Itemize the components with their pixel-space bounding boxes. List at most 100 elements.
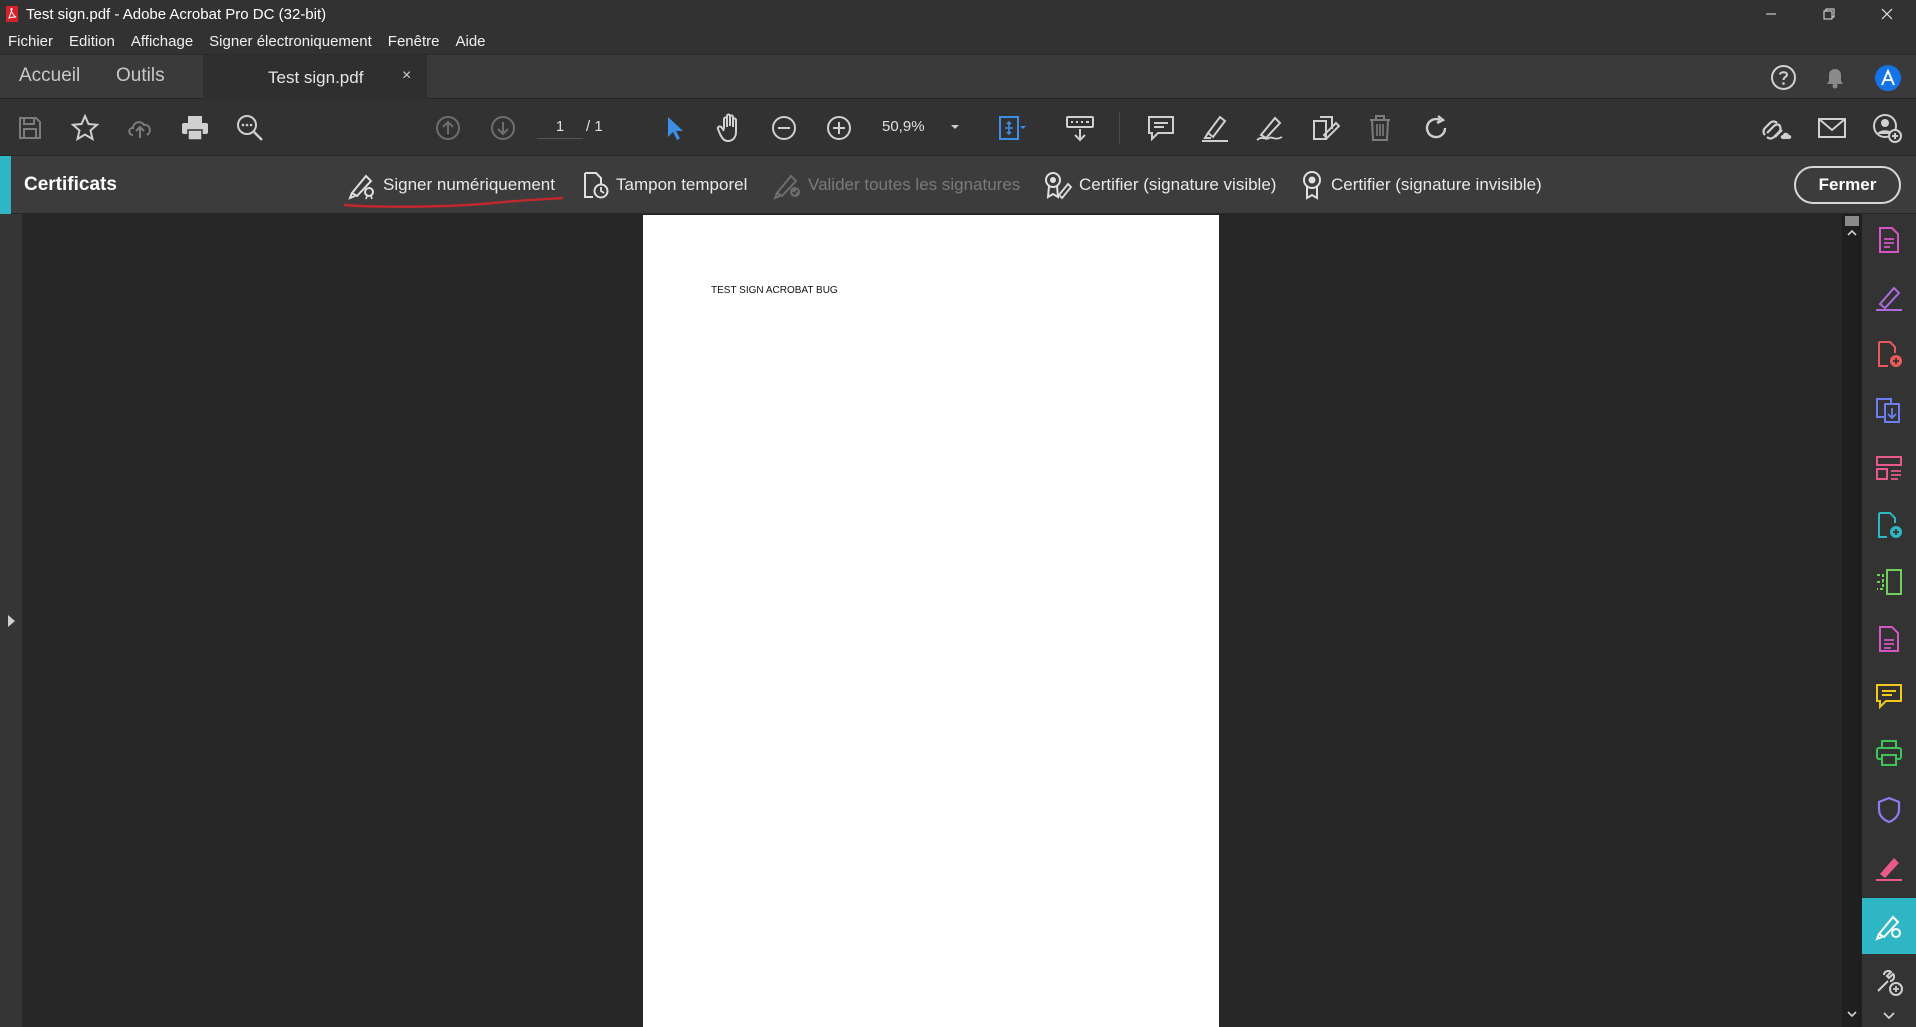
rotate-icon: [1425, 115, 1447, 139]
tool-fill-document[interactable]: [1873, 623, 1905, 655]
menu-edition[interactable]: Edition: [69, 33, 115, 50]
draw-signature-button[interactable]: [1254, 112, 1286, 144]
delete-button[interactable]: [1364, 112, 1396, 144]
bookmark-star-button[interactable]: [69, 112, 101, 144]
menu-aide[interactable]: Aide: [455, 33, 485, 50]
close-tab-button[interactable]: ×: [402, 67, 411, 85]
create-pdf-icon: [1879, 227, 1899, 253]
scrollbar-thumb[interactable]: [1845, 216, 1859, 226]
tab-outils[interactable]: Outils: [116, 65, 165, 87]
menu-affichage[interactable]: Affichage: [131, 33, 193, 50]
save-icon: [19, 117, 41, 139]
close-icon: [1881, 8, 1893, 20]
star-icon: [70, 113, 100, 142]
fit-page-button[interactable]: [996, 112, 1028, 144]
tool-scan-ocr[interactable]: [1873, 566, 1905, 598]
certify-visible-label: Certifier (signature visible): [1079, 175, 1277, 194]
share-user-button[interactable]: [1871, 112, 1903, 144]
comment-button[interactable]: [1145, 112, 1177, 144]
email-button[interactable]: [1816, 112, 1848, 144]
tool-request-signature[interactable]: [1873, 509, 1905, 541]
zoom-dropdown-chevron-icon[interactable]: [950, 123, 960, 131]
tab-accueil[interactable]: Accueil: [19, 65, 80, 87]
hand-tool-button[interactable]: [714, 112, 746, 144]
restore-button[interactable]: [1800, 0, 1858, 28]
next-page-button[interactable]: [487, 112, 519, 144]
highlight-button[interactable]: [1199, 112, 1231, 144]
pdf-page[interactable]: TEST SIGN ACROBAT BUG: [643, 215, 1219, 1027]
timestamp-button[interactable]: Tampon temporel: [580, 170, 747, 200]
left-panel-strip: [0, 214, 22, 1027]
certificates-toolbar: Certificats Signer numériquement Tampon …: [0, 156, 1916, 214]
page-number-input[interactable]: 1: [537, 115, 583, 139]
validate-all-signatures-button[interactable]: Valider toutes les signatures: [772, 170, 1020, 200]
highlighter-icon: [1202, 115, 1228, 142]
main-toolbar: 1 / 1 50,9%: [0, 99, 1916, 156]
keyboard-scroll-icon: [1066, 116, 1094, 142]
export-pdf-icon: [1878, 341, 1902, 367]
zoom-in-icon: [827, 116, 851, 140]
organize-pages-icon: [1876, 456, 1902, 480]
tool-print-production[interactable]: [1873, 737, 1905, 769]
vertical-scrollbar[interactable]: [1842, 214, 1862, 1027]
scroll-down-icon[interactable]: [1846, 1009, 1858, 1019]
save-button[interactable]: [14, 112, 46, 144]
acrobat-logo-icon: [6, 6, 18, 22]
tool-fill-sign[interactable]: [1873, 851, 1905, 883]
page-text: TEST SIGN ACROBAT BUG: [711, 285, 838, 296]
rotate-button[interactable]: [1420, 112, 1452, 144]
edit-text-button[interactable]: [1309, 112, 1341, 144]
close-window-button[interactable]: [1858, 0, 1916, 28]
search-button[interactable]: [234, 112, 266, 144]
pen-signature-icon: [1256, 116, 1283, 141]
notifications-bell-icon[interactable]: [1822, 64, 1848, 91]
certify-visible-icon: [1045, 172, 1073, 200]
print-button[interactable]: [179, 112, 211, 144]
upload-cloud-button[interactable]: [124, 112, 156, 144]
tool-more-tools[interactable]: [1873, 966, 1905, 998]
zoom-level[interactable]: 50,9%: [882, 118, 925, 135]
cloud-upload-icon: [128, 121, 151, 138]
expand-left-panel-icon[interactable]: [6, 614, 16, 628]
minimize-button[interactable]: [1742, 0, 1800, 28]
panel-scroll-down-icon[interactable]: [1882, 1010, 1896, 1020]
menu-signer-electroniquement[interactable]: Signer électroniquement: [209, 33, 372, 50]
account-avatar-icon[interactable]: [1874, 64, 1902, 92]
scroll-up-icon[interactable]: [1846, 228, 1858, 238]
zoom-out-button[interactable]: [768, 112, 800, 144]
tool-certificates[interactable]: [1873, 910, 1905, 942]
edit-pdf-icon: [1876, 286, 1902, 311]
window-title: Test sign.pdf - Adobe Acrobat Pro DC (32…: [26, 5, 327, 23]
tool-edit-pdf[interactable]: [1873, 281, 1905, 313]
shield-icon: [1877, 796, 1901, 824]
zoom-in-button[interactable]: [823, 112, 855, 144]
fit-page-icon: [999, 116, 1026, 140]
select-tool-button[interactable]: [658, 112, 690, 144]
menu-bar: Fichier Edition Affichage Signer électro…: [0, 28, 1916, 54]
certify-invisible-signature-button[interactable]: Certifier (signature invisible): [1299, 170, 1542, 200]
tab-bar: Accueil Outils Test sign.pdf ×: [0, 54, 1916, 100]
tool-comment[interactable]: [1873, 680, 1905, 712]
validate-signature-icon: [773, 174, 800, 200]
request-signature-icon: [1878, 512, 1902, 538]
tool-organize-pages[interactable]: [1873, 452, 1905, 484]
close-certificates-button[interactable]: Fermer: [1794, 166, 1901, 204]
tool-protect[interactable]: [1873, 794, 1905, 826]
share-link-button[interactable]: [1761, 112, 1793, 144]
menu-fichier[interactable]: Fichier: [8, 33, 53, 50]
previous-page-button[interactable]: [432, 112, 464, 144]
help-icon[interactable]: [1770, 64, 1797, 91]
menu-fenetre[interactable]: Fenêtre: [388, 33, 440, 50]
printer-icon: [182, 116, 208, 141]
scroll-mode-button[interactable]: [1064, 112, 1096, 144]
right-tools-panel: [1862, 214, 1916, 1027]
fill-sign-doc-icon: [1879, 626, 1899, 652]
tool-combine-files[interactable]: [1873, 395, 1905, 427]
red-annotation-underline: [343, 196, 564, 208]
hand-icon: [716, 113, 737, 143]
tool-create-pdf[interactable]: [1873, 224, 1905, 256]
certify-visible-signature-button[interactable]: Certifier (signature visible): [1041, 170, 1276, 200]
tab-document[interactable]: Test sign.pdf ×: [203, 55, 427, 100]
certify-ribbon-icon: [1303, 171, 1321, 200]
tool-export-pdf[interactable]: [1873, 338, 1905, 370]
